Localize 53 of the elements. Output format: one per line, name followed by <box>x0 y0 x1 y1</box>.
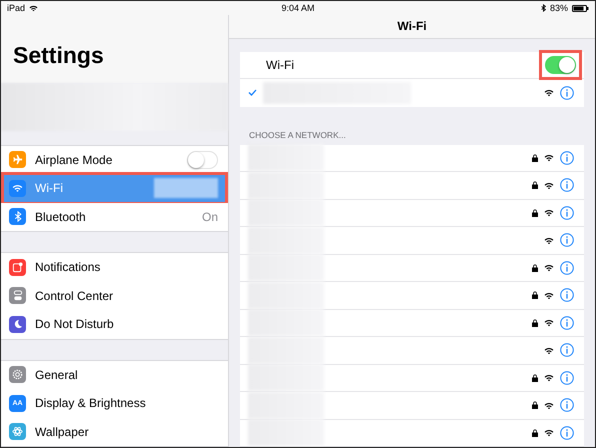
info-button[interactable] <box>560 343 574 358</box>
notifications-icon <box>9 258 26 276</box>
info-button[interactable] <box>560 426 574 440</box>
info-button[interactable] <box>560 86 574 100</box>
wifi-icon <box>544 182 554 189</box>
bluetooth-icon <box>9 208 26 226</box>
wifi-label: Wi-Fi <box>266 58 295 72</box>
wifi-icon <box>544 209 554 216</box>
info-button[interactable] <box>560 370 574 385</box>
wifi-icon <box>544 374 554 382</box>
wifi-icon <box>544 264 554 272</box>
toggles-icon <box>9 287 26 304</box>
page-title: Wi-Fi <box>397 19 427 34</box>
info-button[interactable] <box>560 288 574 302</box>
lock-icon <box>532 374 538 382</box>
clock: 9:04 AM <box>280 3 316 13</box>
lock-icon <box>532 154 538 162</box>
info-button[interactable] <box>560 398 574 412</box>
lock-icon <box>532 401 538 410</box>
wifi-icon <box>544 402 554 409</box>
lock-icon <box>532 181 538 190</box>
lock-icon <box>532 318 538 327</box>
section-heading: CHOOSE A NETWORK... <box>249 130 347 140</box>
lock-icon <box>532 291 538 300</box>
gear-icon <box>9 366 26 384</box>
info-button[interactable] <box>560 206 574 220</box>
moon-icon <box>9 316 26 333</box>
device-name: iPad <box>7 3 26 13</box>
info-button[interactable] <box>560 178 574 192</box>
info-button[interactable] <box>560 150 574 165</box>
info-button[interactable] <box>560 316 574 330</box>
lock-icon <box>532 428 538 437</box>
wifi-icon <box>544 429 554 436</box>
redacted-value <box>154 178 218 198</box>
info-button[interactable] <box>560 233 574 248</box>
bluetooth-icon <box>540 4 546 12</box>
wifi-icon <box>544 236 554 244</box>
wifi-icon <box>544 346 554 354</box>
settings-title: Settings <box>13 42 104 70</box>
wifi-icon <box>544 154 554 162</box>
info-button[interactable] <box>560 260 574 275</box>
wifi-toggle[interactable] <box>545 56 576 74</box>
battery-percent: 83% <box>550 3 568 13</box>
battery-icon <box>572 4 589 12</box>
lock-icon <box>532 264 538 272</box>
airplane-icon <box>9 151 26 168</box>
wifi-icon <box>544 319 554 326</box>
item-value: On <box>202 210 218 224</box>
wifi-icon <box>544 89 554 96</box>
wifi-icon <box>29 4 38 12</box>
wifi-icon <box>544 292 554 299</box>
toggle-switch[interactable] <box>187 150 218 169</box>
lock-icon <box>532 208 538 217</box>
